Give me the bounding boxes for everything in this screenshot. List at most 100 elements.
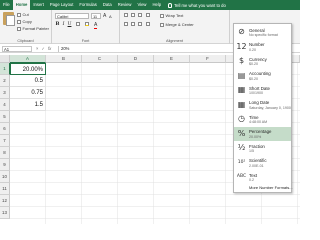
cell-a2[interactable]: 0.5: [10, 75, 46, 87]
increase-font-button[interactable]: A: [103, 13, 106, 19]
format-option-icon: ▦: [237, 85, 246, 94]
column-header-d[interactable]: D: [118, 55, 154, 63]
tab-home[interactable]: Home: [12, 0, 31, 10]
merge-center-button[interactable]: Merge & Center: [160, 22, 194, 27]
format-option-scientific[interactable]: 10² Scientific 2.00E-01: [234, 156, 291, 171]
row-header-4[interactable]: 4: [0, 99, 10, 111]
format-option-fraction[interactable]: ½ Fraction 1/5: [234, 141, 291, 156]
tell-me-search[interactable]: Tell me what you want to do: [168, 2, 226, 8]
format-option-preview: 1/5: [249, 149, 254, 153]
tab-formulas[interactable]: Formulas: [76, 0, 99, 10]
format-option-icon: ⊘: [238, 27, 245, 36]
row-header-7[interactable]: 7: [0, 135, 10, 147]
tab-data[interactable]: Data: [100, 0, 115, 10]
format-option-number[interactable]: 12 Number 0.20: [234, 40, 291, 55]
copy-button[interactable]: Copy: [17, 19, 32, 24]
indent-icon: [146, 22, 150, 26]
tab-file[interactable]: File: [0, 0, 13, 10]
wrap-text-icon: [160, 13, 164, 18]
italic-button[interactable]: I: [61, 22, 66, 27]
font-color-button[interactable]: A: [94, 22, 98, 29]
format-option-name: Accounting: [249, 71, 271, 76]
column-header-e[interactable]: E: [154, 55, 190, 63]
row-header-1[interactable]: 1: [0, 63, 10, 75]
merge-center-label: Merge & Center: [165, 22, 194, 27]
cell-a1[interactable]: 20.00%: [10, 63, 46, 75]
alignment-group: Wrap Text Merge & Center Alignment: [120, 10, 230, 44]
format-option-percentage[interactable]: % Percentage 20.00%: [234, 126, 291, 141]
font-group-label: Font: [81, 39, 90, 43]
decrease-font-button[interactable]: A: [109, 14, 112, 19]
format-option-long-date[interactable]: ▦ Long Date Saturday, January 0, 1900: [234, 98, 291, 113]
row-header-8[interactable]: 8: [0, 147, 10, 159]
format-painter-button[interactable]: Format Painter: [17, 26, 49, 31]
align-center-button[interactable]: [131, 22, 135, 26]
format-option-currency[interactable]: $ Currency $0.20: [234, 54, 291, 69]
format-option-icon: 12: [236, 41, 247, 51]
format-option-preview: 0.20: [249, 47, 256, 52]
align-left-icon: [124, 22, 128, 26]
clipboard-group: Cut Copy Format Painter Clipboard: [0, 10, 52, 44]
paste-icon[interactable]: [3, 12, 15, 26]
tab-help[interactable]: Help: [149, 0, 164, 10]
row-header-11[interactable]: 11: [0, 183, 10, 195]
name-box[interactable]: A1: [2, 45, 32, 52]
column-header-b[interactable]: B: [46, 55, 82, 63]
wrap-text-button[interactable]: Wrap Text: [160, 13, 183, 18]
orientation-icon: [146, 13, 150, 17]
format-option-preview: Saturday, January 0, 1900: [249, 105, 291, 110]
tab-insert[interactable]: Insert: [30, 0, 46, 10]
row-header-13[interactable]: 13: [0, 207, 10, 219]
tell-me-text: Tell me what you want to do: [174, 2, 226, 8]
format-option-general[interactable]: ⊘ General No specific format: [234, 25, 291, 40]
row-header-3[interactable]: 3: [0, 87, 10, 99]
align-left-button[interactable]: [124, 22, 128, 26]
format-option-accounting[interactable]: ▤ Accounting $0.20: [234, 69, 291, 84]
more-number-formats-link[interactable]: More Number Formats...: [249, 185, 293, 190]
tab-view[interactable]: View: [134, 0, 149, 10]
borders-button[interactable]: [76, 22, 80, 26]
column-header-a[interactable]: A: [10, 55, 46, 63]
align-top-button[interactable]: [124, 13, 128, 17]
column-header-c[interactable]: C: [82, 55, 118, 63]
align-bottom-button[interactable]: [138, 13, 142, 17]
indent-button[interactable]: [146, 22, 150, 26]
select-all-corner[interactable]: [0, 55, 10, 63]
format-option-text[interactable]: ABC Text 0.2: [234, 170, 291, 185]
align-middle-button[interactable]: [131, 13, 135, 17]
bold-button[interactable]: B: [55, 22, 60, 27]
cell-a4[interactable]: 1.5: [10, 99, 46, 111]
tab-page-layout[interactable]: Page Layout: [47, 0, 77, 10]
insert-function-icon[interactable]: fx: [48, 46, 51, 51]
orientation-button[interactable]: [146, 13, 150, 17]
row-header-6[interactable]: 6: [0, 123, 10, 135]
align-middle-icon: [131, 13, 135, 17]
row-header-10[interactable]: 10: [0, 171, 10, 183]
ribbon-tabs: File Home Insert Page Layout Formulas Da…: [0, 0, 300, 10]
font-name-select[interactable]: Calibri: [55, 13, 89, 19]
row-header-9[interactable]: 9: [0, 159, 10, 171]
row-header-12[interactable]: 12: [0, 195, 10, 207]
format-option-icon: ▦: [237, 99, 246, 109]
format-option-short-date[interactable]: ▦ Short Date 1/0/1900: [234, 83, 291, 98]
enter-icon[interactable]: ✓: [41, 46, 45, 51]
fill-color-button[interactable]: [85, 22, 89, 26]
row-header-2[interactable]: 2: [0, 75, 10, 87]
cancel-icon[interactable]: ×: [36, 46, 38, 51]
merge-icon: [160, 22, 164, 27]
scissors-icon: [17, 12, 21, 17]
cut-button[interactable]: Cut: [17, 12, 29, 17]
column-header-f[interactable]: F: [190, 55, 226, 63]
format-option-icon: ½: [237, 143, 246, 152]
align-right-button[interactable]: [138, 22, 142, 26]
format-option-time[interactable]: ◷ Time 4:48:00 AM: [234, 112, 291, 127]
font-size-select[interactable]: 11: [91, 13, 101, 19]
align-center-icon: [131, 22, 135, 26]
cell-a3[interactable]: 0.75: [10, 87, 46, 99]
tab-review[interactable]: Review: [115, 0, 135, 10]
format-option-preview: 2.00E-01: [249, 163, 264, 168]
row-header-5[interactable]: 5: [0, 111, 10, 123]
format-option-icon: ▤: [237, 70, 246, 80]
underline-button[interactable]: U: [67, 22, 72, 27]
format-option-preview: $0.20: [249, 62, 258, 66]
